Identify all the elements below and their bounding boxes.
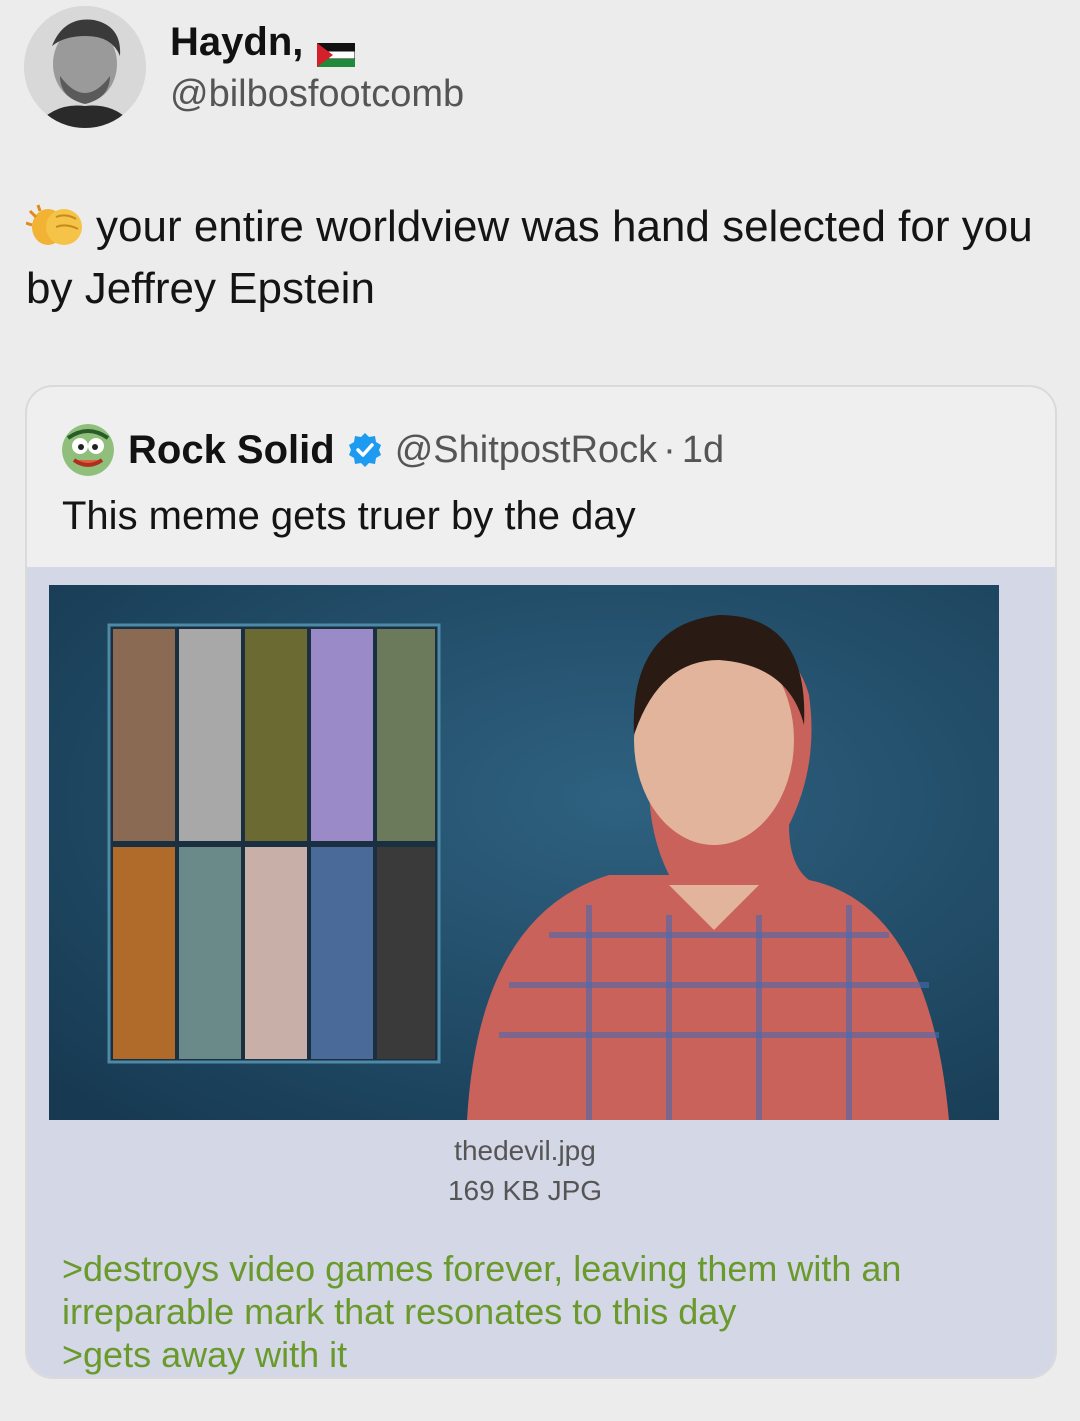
verified-badge-icon [347, 432, 383, 468]
quoted-author-name[interactable]: Rock Solid [128, 428, 335, 473]
greentext-line: irreparable mark that resonates to this … [62, 1291, 737, 1332]
greentext-line: >gets away with it [62, 1334, 348, 1375]
quoted-timestamp[interactable]: 1d [682, 429, 724, 472]
quoted-tweet-card[interactable]: Rock Solid @ShitpostRock · 1d This meme … [25, 385, 1057, 1379]
chan-post-screenshot: thedevil.jpg 169 KB JPG >destroys video … [27, 567, 1055, 1377]
separator-dot: · [663, 428, 676, 471]
quoted-tweet-text: This meme gets truer by the day [62, 494, 636, 538]
author-avatar[interactable] [24, 6, 146, 128]
meme-image[interactable] [49, 585, 999, 1120]
greentext-block: >destroys video games forever, leaving t… [62, 1247, 1022, 1376]
palestine-flag-icon [316, 30, 356, 67]
quoted-tweet-header: Rock Solid @ShitpostRock · 1d [62, 424, 724, 476]
tweet-text: your entire worldview was hand selected … [26, 202, 1033, 313]
author-handle[interactable]: @bilbosfootcomb [170, 72, 464, 116]
greentext-line: >destroys video games forever, leaving t… [62, 1248, 902, 1289]
file-meta: 169 KB JPG [447, 1175, 603, 1206]
cartoon-face-avatar[interactable] [62, 424, 114, 476]
author-display-name-row[interactable]: Haydn, [170, 18, 356, 67]
author-display-name[interactable]: Haydn, [170, 18, 303, 66]
quoted-author-handle[interactable]: @ShitpostRock [395, 429, 657, 472]
clapping-hands-emoji-icon [25, 202, 88, 246]
tweet-text-block: your entire worldview was hand selected … [25, 196, 1036, 320]
file-name[interactable]: thedevil.jpg [27, 1135, 1023, 1167]
